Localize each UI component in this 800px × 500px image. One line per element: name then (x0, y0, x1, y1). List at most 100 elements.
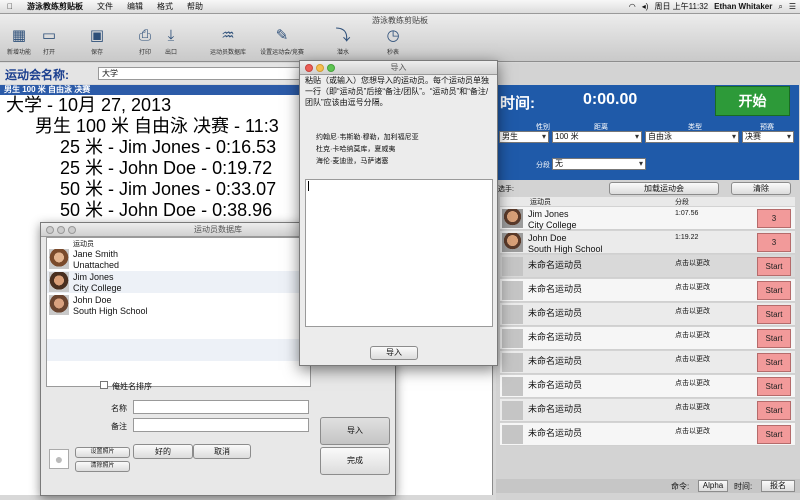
athlete-name-input[interactable] (133, 400, 309, 414)
lane-row[interactable]: 未命名运动员 点击以更改 Start (500, 303, 795, 326)
meet-name-label: 运动会名称: (5, 68, 69, 82)
dive-button[interactable]: ⤵ 潜水 (330, 27, 356, 61)
lane-start-button[interactable]: Start (757, 377, 791, 396)
lane-row[interactable]: John Doe South High School 1:19.22 3 (500, 231, 795, 254)
lane-split[interactable]: 点击以更改 (675, 258, 710, 268)
lane-start-button[interactable]: Start (757, 425, 791, 444)
lane-athlete-name: 未命名运动员 (528, 332, 583, 342)
lane-split[interactable]: 点击以更改 (675, 282, 710, 292)
lane-split[interactable]: 点击以更改 (675, 306, 710, 316)
order-alpha-button[interactable]: Alpha (698, 480, 728, 492)
close-icon[interactable] (46, 226, 54, 234)
athlete-row[interactable]: Jim Jones City College (47, 271, 310, 293)
lane-split[interactable]: 点击以更改 (675, 378, 710, 388)
meet-settings-button[interactable]: ✎ 设置运动会/竞赛 (253, 27, 311, 61)
lane-split[interactable]: 点击以更改 (675, 402, 710, 412)
stopwatch-button[interactable]: ◷ 秒表 (378, 27, 408, 61)
lane-start-button[interactable]: Start (757, 281, 791, 300)
name-field-label: 名称 (111, 404, 127, 413)
stroke-select[interactable]: 自由泳 (645, 131, 739, 143)
athlete-team: City College (73, 283, 122, 293)
app-menu[interactable]: 游泳教练剪贴板 (20, 1, 90, 12)
split-select[interactable]: 无 (552, 158, 646, 170)
lane-start-button[interactable]: Start (757, 401, 791, 420)
import-text-area[interactable] (305, 179, 493, 327)
distance-select[interactable]: 100 米 (552, 131, 642, 143)
athlete-name: John Doe (73, 295, 112, 305)
import-submit-button[interactable]: 导入 (370, 346, 418, 360)
menubar-clock[interactable]: 周日 上午11:32 (654, 1, 708, 12)
import-athletes-button[interactable]: 导入 (320, 417, 390, 445)
save-button[interactable]: ▣ 保存 (84, 27, 110, 61)
athlete-name: Jim Jones (73, 272, 114, 282)
minimize-icon[interactable] (316, 64, 324, 72)
order-time-label[interactable]: 时间: (734, 481, 752, 492)
window-title: 游泳教练剪贴板 (372, 16, 428, 25)
lane-row[interactable]: 未命名运动员 点击以更改 Start (500, 375, 795, 398)
lane-start-button[interactable]: Start (757, 257, 791, 276)
athlete-note-input[interactable] (133, 418, 309, 432)
import-instructions: 粘贴（或输入）您想导入的运动员。每个运动员单独一行（即“运动员”后接“备注/团队… (305, 76, 489, 107)
lane-split-button[interactable]: 3 (757, 209, 791, 228)
menu-file[interactable]: 文件 (90, 1, 120, 12)
menu-format[interactable]: 格式 (150, 1, 180, 12)
zoom-icon[interactable] (68, 226, 76, 234)
start-button[interactable]: 开始 (715, 86, 790, 116)
cancel-button[interactable]: 取消 (193, 444, 251, 459)
minimize-icon[interactable] (57, 226, 65, 234)
load-meet-button[interactable]: 加载运动会 (609, 182, 719, 195)
close-icon[interactable] (305, 64, 313, 72)
menu-edit[interactable]: 编辑 (120, 1, 150, 12)
menu-bar:  游泳教练剪贴板 文件 编辑 格式 帮助 ◠ ◂) 周日 上午11:32 Et… (0, 0, 800, 14)
lane-row[interactable]: 未命名运动员 点击以更改 Start (500, 351, 795, 374)
results-line: 男生 100 米 自由泳 决赛 - 11:3 (35, 116, 279, 136)
print-button[interactable]: ⎙ 打印 (132, 27, 158, 61)
import-dialog: 导入 粘贴（或输入）您想导入的运动员。每个运动员单独一行（即“运动员”后接“备注… (299, 60, 498, 366)
lane-split[interactable]: 点击以更改 (675, 354, 710, 364)
lane-row[interactable]: 未命名运动员 点击以更改 Start (500, 327, 795, 350)
list-icon[interactable]: ☰ (789, 2, 796, 11)
athlete-row[interactable]: John Doe South High School (47, 294, 310, 316)
search-icon[interactable]: ⌕ (778, 2, 782, 12)
clear-button[interactable]: 清除 (731, 182, 791, 195)
ok-button[interactable]: 好的 (133, 444, 193, 459)
user-silhouette-icon: ● (49, 449, 69, 469)
settings-icon: ✎ (275, 27, 289, 44)
sort-by-name-checkbox[interactable] (100, 381, 108, 389)
lane-split-button[interactable]: 3 (757, 233, 791, 252)
gender-select[interactable]: 男生 (499, 131, 549, 143)
athlete-database-button[interactable]: ♒ 运动员数据库 (205, 27, 251, 61)
menubar-user[interactable]: Ethan Whitaker (714, 2, 772, 11)
lane-row[interactable]: 未命名运动员 点击以更改 Start (500, 279, 795, 302)
set-photo-button[interactable]: 设置照片 (75, 447, 130, 458)
athlete-row[interactable]: Jane Smith Unattached (47, 248, 310, 270)
zoom-icon[interactable] (327, 64, 335, 72)
round-select[interactable]: 决赛 (742, 131, 794, 143)
lane-row[interactable]: 未命名运动员 点击以更改 Start (500, 399, 795, 422)
lane-split[interactable]: 1:19.22 (675, 234, 698, 241)
meet-name-input[interactable]: 大学 (98, 67, 305, 80)
lane-row[interactable]: 未命名运动员 点击以更改 Start (500, 423, 795, 446)
lane-split[interactable]: 1:07.56 (675, 210, 698, 217)
wifi-icon[interactable]: ◠ (629, 2, 636, 11)
lane-split[interactable]: 点击以更改 (675, 426, 710, 436)
open-button[interactable]: ▭ 打开 (36, 27, 62, 61)
lanes-header: 运动员 分段 (500, 197, 795, 206)
athlete-photo (502, 233, 523, 252)
done-button[interactable]: 完成 (320, 447, 390, 475)
clear-photo-button[interactable]: 清除照片 (75, 461, 130, 472)
lane-row[interactable]: 未命名运动员 点击以更改 Start (500, 255, 795, 278)
athlete-list[interactable]: 运动员 Jane Smith Unattached Jim Jones City… (46, 237, 311, 387)
export-button[interactable]: ⤓ 出口 (158, 27, 184, 61)
lane-start-button[interactable]: Start (757, 305, 791, 324)
lane-split[interactable]: 点击以更改 (675, 330, 710, 340)
lane-start-button[interactable]: Start (757, 329, 791, 348)
menu-help[interactable]: 帮助 (180, 1, 210, 12)
order-rank-button[interactable]: 报名 (761, 480, 795, 492)
lane-athlete-team: South High School (528, 244, 603, 254)
lane-row[interactable]: Jim Jones City College 1:07.56 3 (500, 207, 795, 230)
volume-icon[interactable]: ◂) (642, 2, 649, 11)
apple-icon[interactable]:  (0, 2, 20, 11)
lane-start-button[interactable]: Start (757, 353, 791, 372)
new-features-button[interactable]: ▦ 新增功能 (4, 27, 34, 61)
